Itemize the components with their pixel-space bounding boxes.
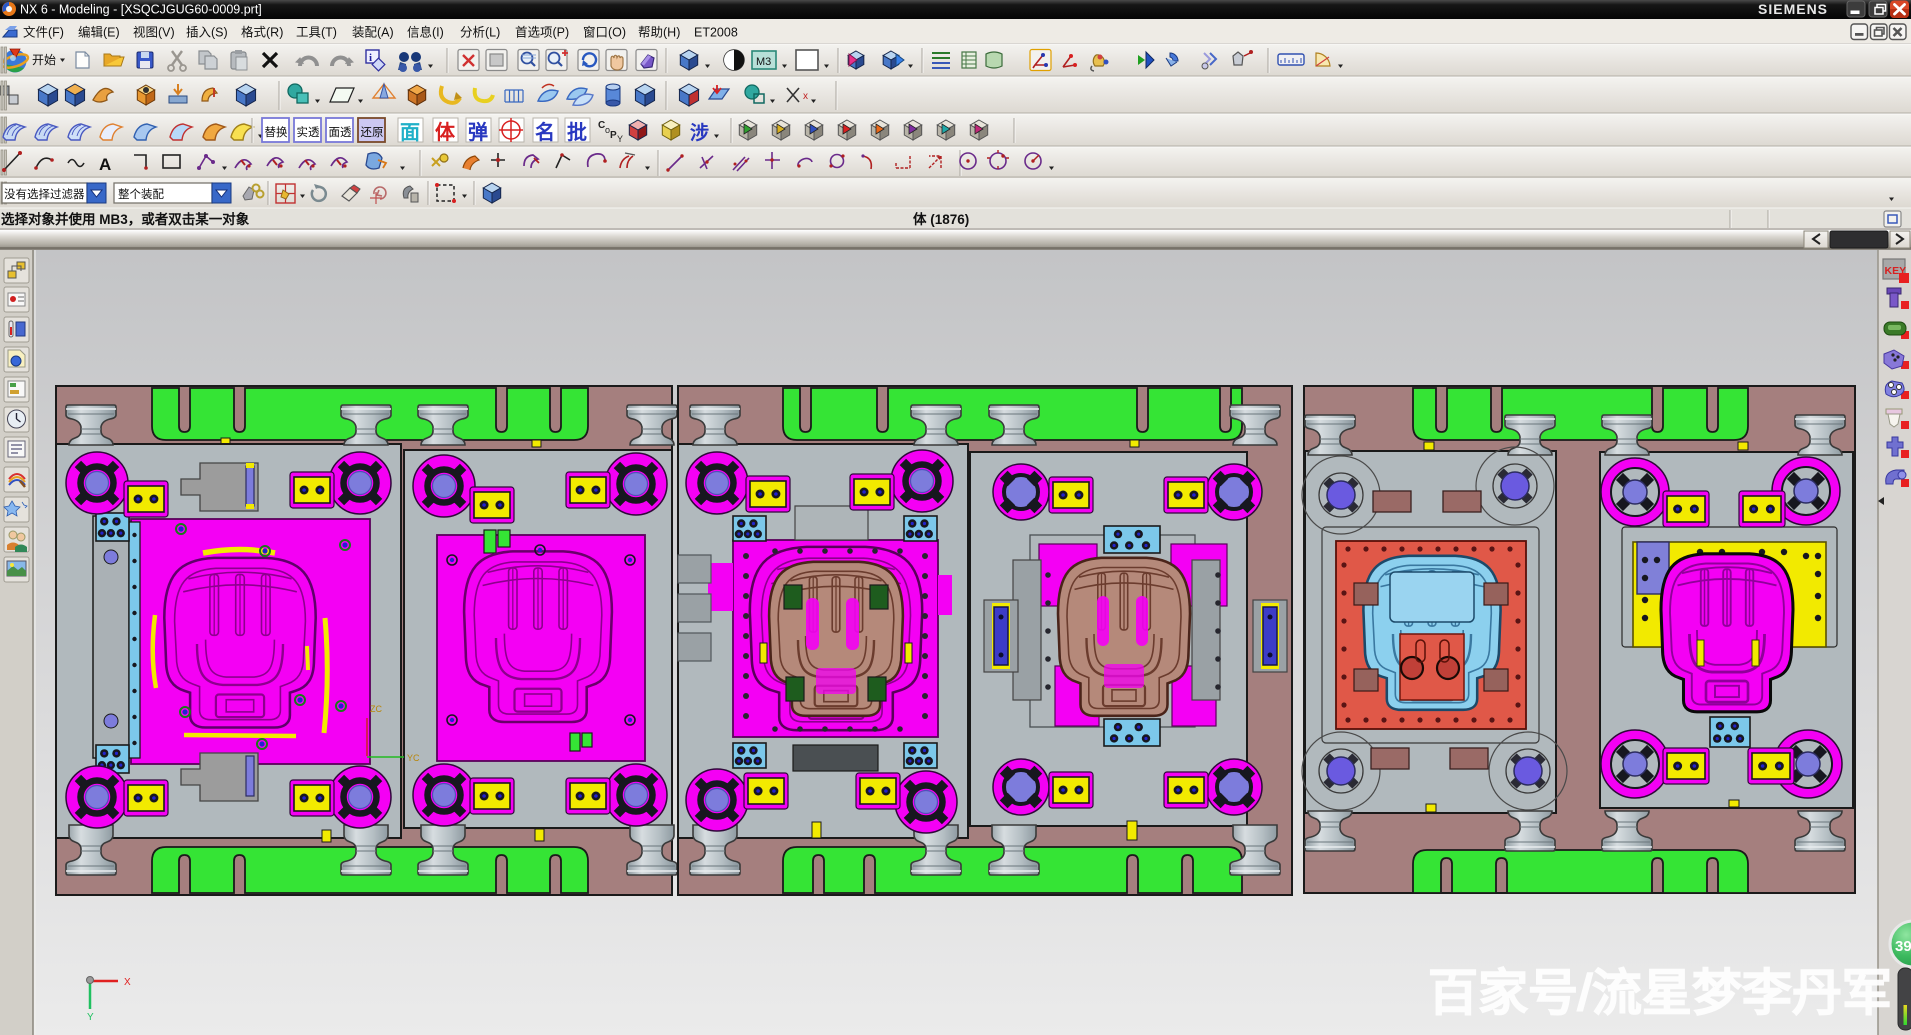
svg-text:i: i (369, 52, 372, 64)
svg-text:还原: 还原 (361, 126, 384, 139)
svg-text:开始: 开始 (32, 53, 56, 67)
svg-text:百家号/流星梦李丹军: 百家号/流星梦李丹军 (1428, 965, 1892, 1021)
svg-text:格式(R): 格式(R) (241, 25, 283, 40)
svg-text:名: 名 (535, 120, 555, 144)
svg-text:ZC: ZC (370, 704, 382, 714)
svg-text:弹: 弹 (468, 120, 488, 144)
svg-text:SIEMENS: SIEMENS (1758, 1, 1828, 17)
svg-text:工具(T): 工具(T) (296, 26, 337, 40)
svg-text:涉: 涉 (690, 121, 709, 144)
svg-text:实透: 实透 (297, 125, 320, 139)
svg-text:M3: M3 (756, 56, 771, 68)
svg-text:Y: Y (87, 1012, 94, 1023)
svg-text:文件(F): 文件(F) (23, 25, 64, 40)
svg-text:帮助(H): 帮助(H) (638, 26, 680, 40)
svg-text:视图(V): 视图(V) (133, 25, 175, 40)
svg-text:分析(L): 分析(L) (460, 26, 500, 40)
svg-text:Y: Y (617, 134, 623, 144)
svg-text:39: 39 (1895, 938, 1911, 955)
svg-text:面透: 面透 (329, 126, 352, 139)
svg-text:P: P (610, 130, 617, 141)
svg-text:没有选择过滤器: 没有选择过滤器 (4, 187, 85, 201)
svg-text:YC: YC (407, 753, 420, 763)
svg-text:批: 批 (567, 120, 587, 144)
svg-text:面: 面 (400, 122, 420, 144)
svg-text:窗口(O): 窗口(O) (583, 26, 626, 40)
svg-text:ET2008: ET2008 (694, 26, 738, 40)
svg-text:选择对象并使用 MB3，或者双击某一对象: 选择对象并使用 MB3，或者双击某一对象 (1, 211, 250, 227)
svg-text:NX 6 - Modeling - [XSQCJGUG60-: NX 6 - Modeling - [XSQCJGUG60-0009.prt] (20, 3, 262, 17)
svg-text:体: 体 (435, 120, 456, 144)
svg-text:信息(I): 信息(I) (407, 25, 444, 40)
svg-text:X: X (124, 977, 131, 988)
svg-text:A: A (99, 155, 111, 174)
svg-text:编辑(E): 编辑(E) (78, 25, 120, 40)
svg-text:替换: 替换 (265, 125, 288, 139)
svg-text:首选项(P): 首选项(P) (515, 26, 569, 40)
svg-text:装配(A): 装配(A) (352, 26, 394, 40)
svg-text:x: x (803, 91, 808, 102)
svg-text:插入(S): 插入(S) (186, 26, 228, 40)
svg-text:整个装配: 整个装配 (118, 187, 164, 201)
svg-text:体 (1876): 体 (1876) (913, 211, 969, 227)
